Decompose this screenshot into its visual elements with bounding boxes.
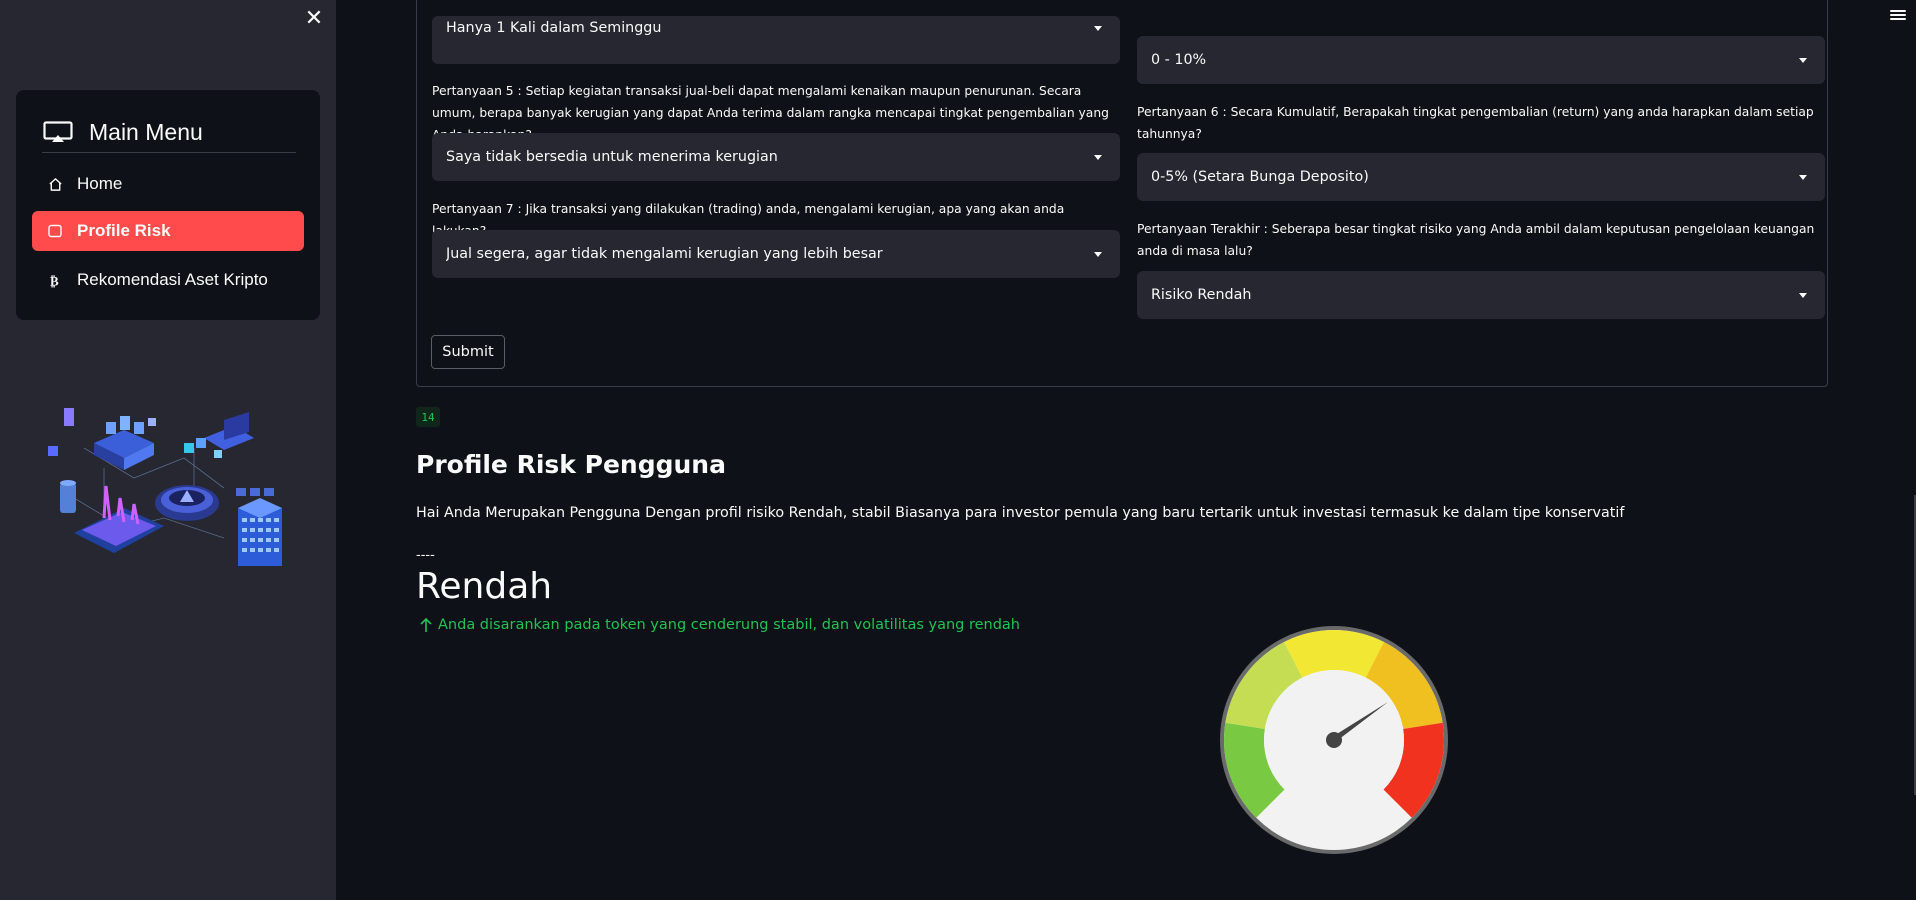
risk-gauge	[1220, 626, 1448, 854]
select-question-7[interactable]: Jual segera, agar tidak mengalami kerugi…	[432, 230, 1120, 278]
chevron-down-icon	[1094, 154, 1102, 160]
main-menu: Main Menu Home Profile Risk ₿ Rekomendas…	[16, 90, 320, 320]
select-value: 0 - 10%	[1151, 52, 1207, 68]
sidebar-item-label: Rekomendasi Aset Kripto	[77, 270, 268, 289]
square-icon	[47, 223, 63, 239]
crypto-illustration	[48, 408, 282, 566]
chevron-down-icon	[1799, 174, 1807, 180]
sidebar: ✕ Main Menu Home Profile Risk ₿ Rekomend…	[0, 0, 336, 900]
select-value: Saya tidak bersedia untuk menerima kerug…	[446, 149, 778, 165]
menu-header: Main Menu	[42, 112, 296, 153]
select-previous-right[interactable]: 0 - 10%	[1137, 36, 1825, 84]
metric-delta: Anda disarankan pada token yang cenderun…	[416, 617, 1020, 633]
select-question-last[interactable]: Risiko Rendah	[1137, 271, 1825, 319]
select-question-5[interactable]: Saya tidak bersedia untuk menerima kerug…	[432, 133, 1120, 181]
hamburger-menu-icon[interactable]	[1890, 8, 1906, 24]
profile-description: Hai Anda Merupakan Pengguna Dengan profi…	[416, 505, 1625, 521]
menu-title: Main Menu	[89, 118, 203, 145]
metric-delta-text: Anda disarankan pada token yang cenderun…	[438, 617, 1020, 633]
select-value: Hanya 1 Kali dalam Seminggu	[446, 20, 662, 36]
chevron-down-icon	[1799, 292, 1807, 298]
monitor-icon	[43, 121, 73, 142]
chevron-down-icon	[1799, 57, 1807, 63]
question-last-label: Pertanyaan Terakhir : Seberapa besar tin…	[1137, 222, 1815, 258]
close-icon[interactable]: ✕	[302, 6, 326, 30]
chevron-down-icon	[1094, 25, 1102, 31]
score-badge: 14	[416, 407, 440, 427]
chevron-down-icon	[1094, 251, 1102, 257]
separator-text: ----	[416, 548, 435, 563]
select-value: Risiko Rendah	[1151, 287, 1252, 303]
select-value: Jual segera, agar tidak mengalami kerugi…	[446, 246, 883, 262]
submit-button[interactable]: Submit	[431, 335, 505, 369]
sidebar-item-profile-risk[interactable]: Profile Risk	[32, 211, 304, 251]
sidebar-item-label: Home	[77, 174, 123, 193]
select-question-6[interactable]: 0-5% (Setara Bunga Deposito)	[1137, 153, 1825, 201]
main-content: Hanya 1 Kali dalam Seminggu 0 - 10% Pert…	[336, 0, 1916, 900]
arrow-up-icon	[420, 617, 432, 632]
house-icon	[47, 176, 63, 192]
select-value: 0-5% (Setara Bunga Deposito)	[1151, 169, 1369, 185]
sidebar-item-label: Profile Risk	[77, 221, 171, 240]
svg-text:₿: ₿	[50, 274, 59, 288]
sidebar-item-home[interactable]: Home	[32, 164, 304, 204]
question-6-label: Pertanyaan 6 : Secara Kumulatif, Berapak…	[1137, 105, 1814, 141]
sidebar-item-rekomendasi[interactable]: ₿ Rekomendasi Aset Kripto	[32, 260, 304, 300]
select-previous-left[interactable]: Hanya 1 Kali dalam Seminggu	[432, 16, 1120, 64]
page-title: Profile Risk Pengguna	[416, 450, 726, 479]
bitcoin-icon: ₿	[47, 272, 63, 288]
metric-value: Rendah	[416, 566, 553, 607]
